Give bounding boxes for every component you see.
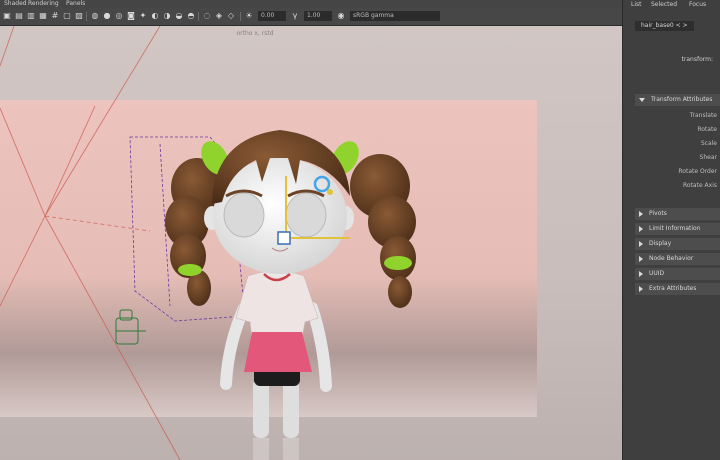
expand-triangle-icon	[639, 225, 643, 232]
xray-joints-icon[interactable]: ◇	[226, 11, 236, 21]
attr-rotate-label: Rotate	[697, 126, 717, 133]
section-extra-attributes[interactable]: Extra Attributes	[635, 283, 720, 295]
attr-shear-label: Shear	[699, 154, 717, 161]
attribute-editor: List Selected Focus hair_base0 < > trans…	[622, 0, 720, 460]
bookmark-icon[interactable]: ▥	[26, 11, 36, 21]
section-transform-attributes[interactable]: Transform Attributes	[635, 94, 720, 106]
expand-triangle-icon	[639, 240, 643, 247]
lock-icon[interactable]: ▤	[14, 11, 24, 21]
wireframe-icon[interactable]: ◍	[90, 11, 100, 21]
shadows-icon[interactable]: ◐	[150, 11, 160, 21]
attr-scale-label: Scale	[700, 140, 717, 147]
attr-translate-label: Translate	[689, 112, 717, 119]
menu-panels[interactable]: Panels	[66, 0, 85, 8]
section-pivots[interactable]: Pivots	[635, 208, 720, 220]
gamma-field[interactable]: 1.00	[304, 11, 332, 21]
tab-list[interactable]: List	[631, 1, 642, 8]
wireframe-on-shaded-icon[interactable]: ◎	[114, 11, 124, 21]
section-node-behavior[interactable]: Node Behavior	[635, 253, 720, 265]
node-type-label: transform:	[681, 56, 713, 63]
node-tab[interactable]: hair_base0 < >	[635, 21, 694, 31]
attribute-tabs: List Selected Focus	[623, 0, 720, 10]
section-limit-information[interactable]: Limit Information	[635, 223, 720, 235]
menu-rendering[interactable]: Rendering	[28, 0, 59, 8]
tab-selected[interactable]: Selected	[651, 1, 677, 8]
gamma-icon[interactable]: γ	[290, 11, 300, 21]
expand-triangle-icon	[639, 255, 643, 262]
lights-icon[interactable]: ✦	[138, 11, 148, 21]
menu-bar: Shaded Rendering Panels	[0, 0, 622, 8]
camera-icon[interactable]: ▣	[2, 11, 12, 21]
resolution-gate-icon[interactable]: ▧	[74, 11, 84, 21]
attr-rotate-axis-label: Rotate Axis	[683, 182, 717, 189]
depth-of-field-icon[interactable]: ◓	[186, 11, 196, 21]
grid-icon[interactable]: #	[50, 11, 60, 21]
viewport-toolbar: ▣ ▤ ▥ ▦ # ▢ ▧ ◍ ● ◎ ◙ ✦ ◐ ◑ ◒ ◓ ◌ ◈ ◇ ☀ …	[0, 8, 622, 26]
ambient-occlusion-icon[interactable]: ◑	[162, 11, 172, 21]
section-uuid[interactable]: UUID	[635, 268, 720, 280]
tab-focus[interactable]: Focus	[689, 1, 706, 8]
viewport[interactable]: ortho x, rstd	[0, 26, 622, 460]
camera-label: ortho x, rstd	[236, 30, 274, 37]
exposure-field[interactable]: 0.00	[258, 11, 286, 21]
section-display[interactable]: Display	[635, 238, 720, 250]
expand-triangle-icon	[639, 270, 643, 277]
attr-rotate-order-label: Rotate Order	[678, 168, 717, 175]
expand-triangle-icon	[639, 210, 643, 217]
textured-icon[interactable]: ◙	[126, 11, 136, 21]
scene-view[interactable]	[0, 26, 622, 460]
colorspace-dropdown[interactable]: sRGB gamma	[350, 11, 440, 21]
smooth-shade-icon[interactable]: ●	[102, 11, 112, 21]
xray-icon[interactable]: ◈	[214, 11, 224, 21]
anti-aliasing-icon[interactable]: ◒	[174, 11, 184, 21]
expand-triangle-icon	[639, 285, 643, 292]
film-gate-icon[interactable]: ▢	[62, 11, 72, 21]
exposure-icon[interactable]: ☀	[244, 11, 254, 21]
color-management-icon[interactable]: ◉	[336, 11, 346, 21]
menu-shading[interactable]: Shaded	[4, 0, 27, 8]
collapse-triangle-icon	[639, 97, 645, 102]
isolate-select-icon[interactable]: ◌	[202, 11, 212, 21]
image-plane-icon[interactable]: ▦	[38, 11, 48, 21]
floor-reflection	[253, 438, 299, 460]
